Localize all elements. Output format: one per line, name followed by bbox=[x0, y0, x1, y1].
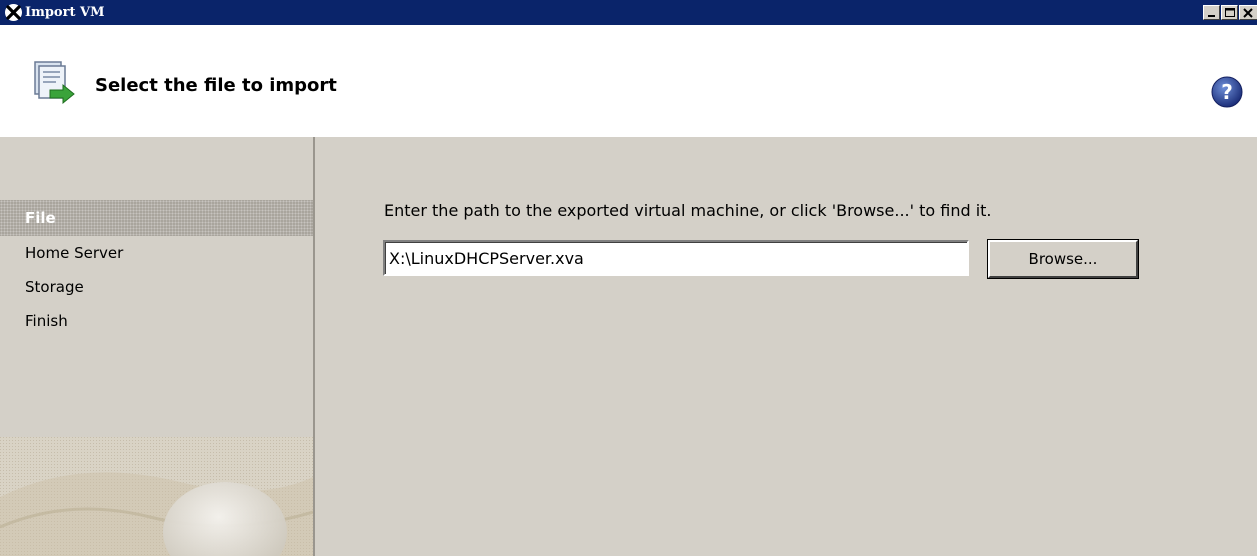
file-path-input[interactable] bbox=[383, 240, 969, 276]
sidebar-decoration-image bbox=[0, 437, 313, 556]
step-list: File Home Server Storage Finish bbox=[0, 200, 313, 338]
step-home-server[interactable]: Home Server bbox=[0, 236, 313, 270]
wizard-content: Enter the path to the exported virtual m… bbox=[315, 137, 1257, 556]
maximize-button[interactable] bbox=[1221, 5, 1238, 20]
close-button[interactable] bbox=[1239, 5, 1257, 20]
page-title: Select the file to import bbox=[95, 75, 337, 96]
instruction-text: Enter the path to the exported virtual m… bbox=[384, 201, 992, 220]
xen-logo-icon bbox=[5, 4, 22, 21]
step-storage[interactable]: Storage bbox=[0, 270, 313, 304]
wizard-header: Select the file to import ? bbox=[0, 25, 1257, 137]
window-title: Import VM bbox=[25, 5, 105, 20]
help-icon[interactable]: ? bbox=[1210, 75, 1244, 109]
wizard-steps-sidebar: File Home Server Storage Finish bbox=[0, 137, 315, 556]
step-file[interactable]: File bbox=[0, 200, 313, 236]
title-bar[interactable]: Import VM bbox=[0, 0, 1257, 25]
minimize-icon bbox=[1208, 15, 1215, 17]
maximize-icon bbox=[1225, 8, 1235, 17]
step-finish[interactable]: Finish bbox=[0, 304, 313, 338]
close-icon bbox=[1243, 8, 1253, 18]
import-file-icon bbox=[34, 61, 75, 105]
browse-button[interactable]: Browse... bbox=[988, 240, 1138, 278]
import-vm-window: Import VM Select the file to import ? Fi… bbox=[0, 0, 1257, 556]
minimize-button[interactable] bbox=[1203, 5, 1220, 20]
svg-text:?: ? bbox=[1221, 80, 1233, 104]
